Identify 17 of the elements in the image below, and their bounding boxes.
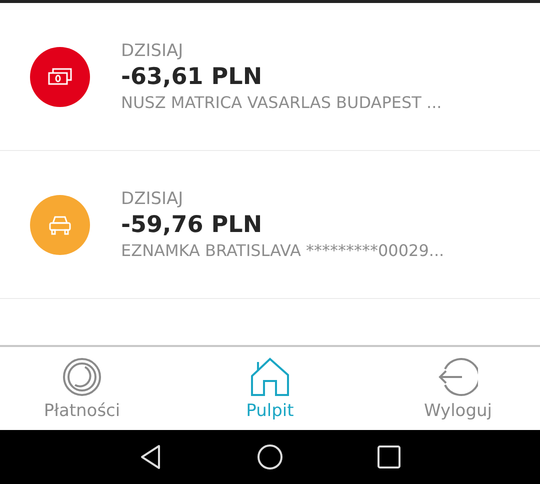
home-button-icon[interactable] (257, 444, 283, 470)
transaction-item[interactable]: DZISIAJ -59,76 PLN EZNAMKA BRATISLAVA *********00029... (0, 151, 540, 299)
nav-tab[interactable]: Płatności (22, 356, 142, 420)
logout-icon (438, 356, 478, 396)
transaction-description: NUSZ MATRICA VASARLAS BUDAPEST ... (121, 92, 442, 114)
nav-tab[interactable]: Pulpit (210, 356, 330, 420)
home-icon (250, 356, 290, 396)
back-icon[interactable] (139, 444, 163, 470)
transaction-description: EZNAMKA BRATISLAVA *********00029... (121, 240, 444, 262)
circle-icon (62, 356, 102, 396)
transaction-date: DZISIAJ (121, 188, 184, 210)
transaction-date: DZISIAJ (121, 40, 184, 62)
nav-tab[interactable]: Wyloguj (398, 356, 518, 420)
transaction-amount: -59,76 PLN (121, 210, 264, 240)
transaction-amount: -63,61 PLN (121, 62, 264, 92)
recents-icon[interactable] (377, 445, 401, 469)
transaction-item[interactable]: DZISIAJ -63,61 PLN NUSZ MATRICA VASARLAS BUDAPEST ... (0, 3, 540, 151)
